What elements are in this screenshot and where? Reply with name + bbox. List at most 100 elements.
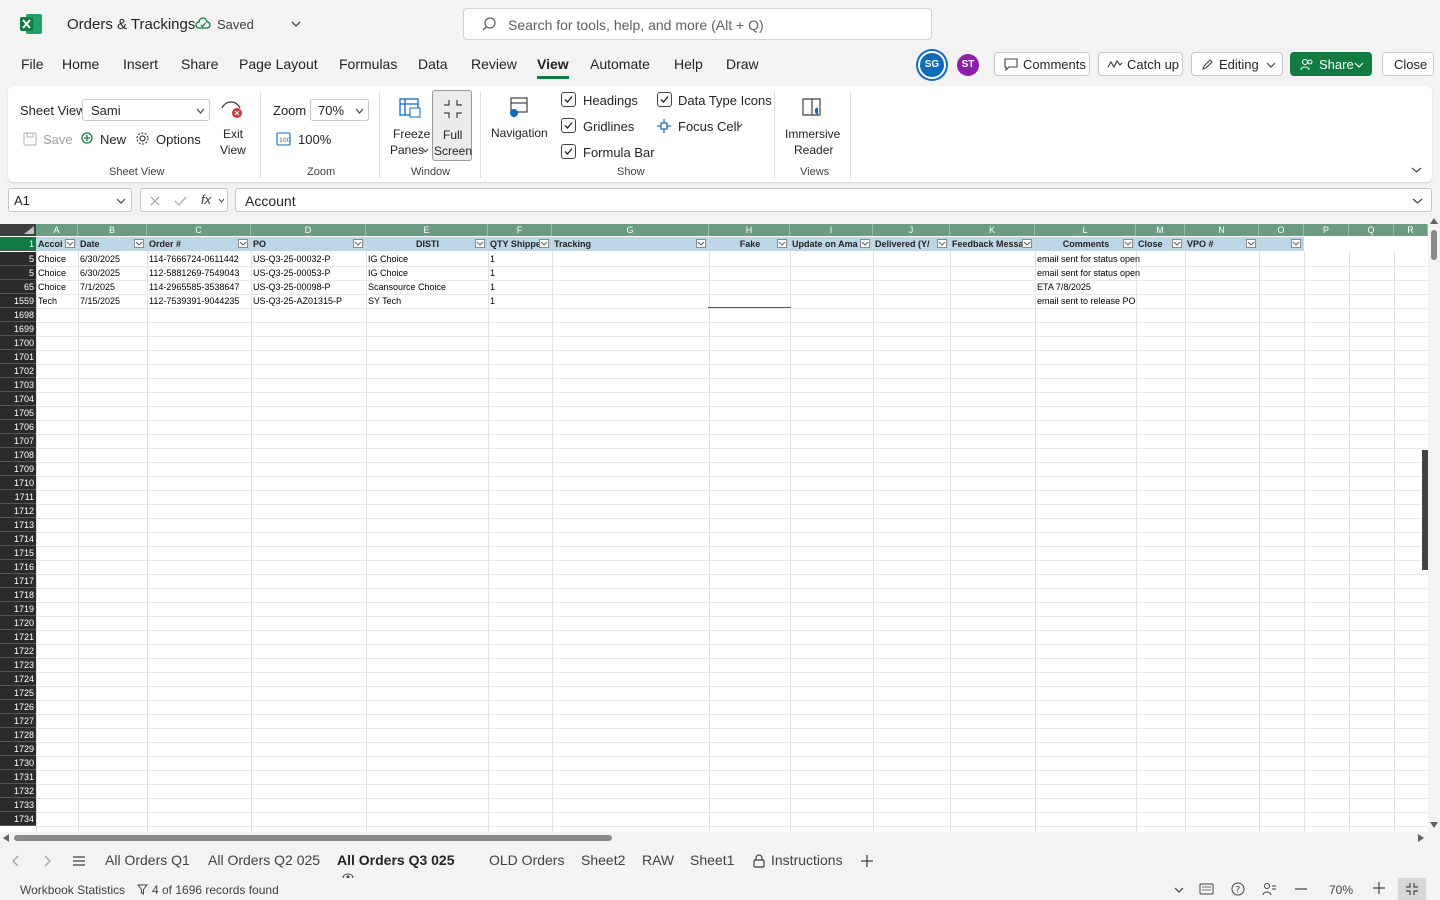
table-cell[interactable]: Tech (36, 294, 78, 308)
filter-dropdown-icon[interactable] (1246, 239, 1256, 248)
zoom-select[interactable]: 70% (310, 99, 369, 121)
filter-dropdown-icon[interactable] (1172, 239, 1182, 248)
table-cell[interactable]: 6/30/2025 (78, 266, 147, 280)
row-header[interactable]: 1719 (0, 602, 36, 616)
sheet-tab-instructions[interactable]: Instructions (771, 852, 843, 868)
menu-formulas[interactable]: Formulas (339, 56, 397, 72)
row-header[interactable]: 1708 (0, 448, 36, 462)
row-header[interactable]: 1727 (0, 714, 36, 728)
column-header-k[interactable]: K (950, 224, 1035, 236)
row-header[interactable]: 1725 (0, 686, 36, 700)
editing-mode-button[interactable]: Editing (1191, 52, 1283, 76)
scroll-up-icon[interactable] (1430, 218, 1438, 224)
table-cell[interactable]: 1 (488, 252, 552, 266)
column-header-l[interactable]: L (1035, 224, 1136, 236)
sheet-tab-sheet1[interactable]: Sheet1 (690, 852, 734, 868)
comments-button[interactable]: Comments (994, 52, 1090, 76)
menu-view[interactable]: View (537, 56, 569, 79)
table-header-cell[interactable]: Date (78, 237, 147, 251)
document-title[interactable]: Orders & Trackings (67, 16, 195, 33)
column-header-i[interactable]: I (790, 224, 873, 236)
formula-bar-checkbox[interactable] (561, 144, 576, 159)
catch-up-button[interactable]: Catch up (1098, 52, 1183, 76)
table-header-cell[interactable]: PO (251, 237, 366, 251)
table-cell[interactable]: email sent for status open (1035, 266, 1185, 280)
table-header-cell[interactable]: Close (1136, 237, 1185, 251)
insert-function-icon[interactable]: fx (201, 192, 211, 207)
row-header[interactable]: 1734 (0, 812, 36, 826)
table-header-cell[interactable]: Tracking (552, 237, 709, 251)
table-cell[interactable]: 1 (488, 266, 552, 280)
sheet-tab-sheet2[interactable]: Sheet2 (581, 852, 625, 868)
table-header-cell[interactable]: DISTI (366, 237, 488, 251)
row-header[interactable]: 1712 (0, 504, 36, 518)
row-header[interactable]: 1729 (0, 742, 36, 756)
sheet-tab-all-orders-q1[interactable]: All Orders Q1 (105, 852, 190, 868)
sheet-view-select[interactable]: Sami (82, 99, 210, 121)
column-header-j[interactable]: J (873, 224, 950, 236)
table-header-cell[interactable]: Fake (709, 237, 790, 251)
table-cell[interactable]: 114-7666724-0611442 (147, 252, 251, 266)
filter-dropdown-icon[interactable] (696, 239, 706, 248)
help-icon[interactable]: ? (1231, 882, 1245, 896)
chevron-down-icon[interactable] (290, 18, 302, 30)
table-header-cell[interactable]: Feedback Messa (950, 237, 1035, 251)
row-header[interactable]: 1703 (0, 378, 36, 392)
workbook-statistics-button[interactable]: Workbook Statistics (20, 883, 125, 897)
avatar-st[interactable]: ST (957, 54, 979, 76)
menu-data[interactable]: Data (418, 56, 448, 72)
filter-dropdown-icon[interactable] (475, 239, 485, 248)
data-type-icons-checkbox[interactable] (657, 92, 672, 107)
filter-dropdown-icon[interactable] (777, 239, 787, 248)
row-header[interactable]: 1704 (0, 392, 36, 406)
sheet-tab-old-orders[interactable]: OLD Orders (489, 852, 564, 868)
filter-dropdown-icon[interactable] (1022, 239, 1032, 248)
menu-draw[interactable]: Draw (726, 56, 759, 72)
row-header[interactable]: 1559 (0, 294, 36, 308)
zoom-level[interactable]: 70% (1329, 883, 1353, 897)
table-cell[interactable]: IG Choice (366, 252, 488, 266)
table-cell[interactable]: 114-2965585-3538647 (147, 280, 251, 294)
confirm-icon[interactable] (174, 195, 187, 207)
row-header[interactable]: 5 (0, 252, 36, 266)
share-button[interactable]: Share (1290, 52, 1372, 76)
row-header[interactable]: 1713 (0, 518, 36, 532)
menu-file[interactable]: File (21, 56, 44, 72)
navigation-button[interactable]: Navigation (491, 126, 548, 140)
spreadsheet-grid[interactable]: A B C D E F G H I J K L M N O P Q R 1 Accoi Date Order # PO DIS… (0, 224, 1428, 832)
column-header-o[interactable]: O (1259, 224, 1304, 236)
chevron-down-icon[interactable] (1412, 197, 1423, 205)
row-header[interactable]: 1716 (0, 560, 36, 574)
select-all-corner[interactable] (0, 224, 36, 236)
table-cell[interactable]: 7/1/2025 (78, 280, 147, 294)
exit-view-line1[interactable]: Exit (223, 127, 243, 141)
column-header-b[interactable]: B (78, 224, 147, 236)
row-header[interactable]: 1720 (0, 616, 36, 630)
table-cell[interactable]: 112-7539391-9044235 (147, 294, 251, 308)
table-header-cell[interactable]: Comments (1035, 237, 1136, 251)
menu-automate[interactable]: Automate (590, 56, 650, 72)
scroll-left-icon[interactable] (3, 834, 9, 842)
zoom-out-icon[interactable] (1295, 888, 1307, 890)
ribbon-expand-chevron-icon[interactable] (1411, 166, 1422, 174)
gridlines-checkbox[interactable] (561, 118, 576, 133)
table-cell[interactable]: IG Choice (366, 266, 488, 280)
table-cell[interactable]: 1 (488, 280, 552, 294)
menu-insert[interactable]: Insert (123, 56, 158, 72)
row-header[interactable]: 1698 (0, 308, 36, 322)
filter-dropdown-icon[interactable] (937, 239, 947, 248)
column-header-p[interactable]: P (1304, 224, 1349, 236)
table-header-cell[interactable]: QTY Shippe (488, 237, 552, 251)
row-header[interactable]: 1724 (0, 672, 36, 686)
column-header-h[interactable]: H (709, 224, 790, 236)
table-header-cell[interactable]: Delivered (Y/ (873, 237, 950, 251)
search-box[interactable]: Search for tools, help, and more (Alt + … (463, 8, 932, 40)
table-cell[interactable]: 1 (488, 294, 552, 308)
close-button[interactable]: Close (1382, 52, 1434, 76)
chevron-down-icon[interactable] (1174, 886, 1184, 894)
add-sheet-icon[interactable] (860, 854, 874, 868)
menu-home[interactable]: Home (62, 56, 99, 72)
vertical-scroll-thumb[interactable] (1431, 230, 1437, 260)
save-button[interactable]: Save (43, 132, 73, 147)
cancel-icon[interactable] (149, 195, 161, 207)
